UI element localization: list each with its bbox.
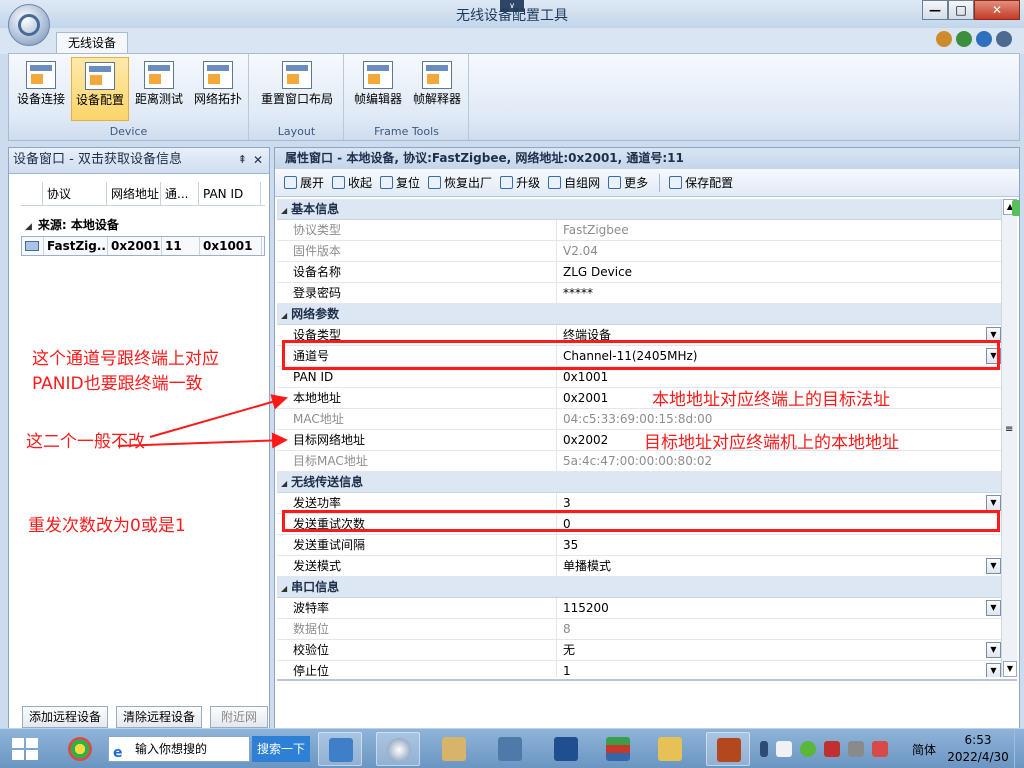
taskbar-app-fire[interactable] <box>706 732 750 766</box>
network-tree-icon <box>329 738 353 762</box>
flag-icon[interactable] <box>776 741 792 757</box>
annotation-arrow-target <box>117 432 288 449</box>
annotation-arrows <box>117 394 288 449</box>
network-status-icon[interactable] <box>824 741 840 757</box>
tools-icon <box>442 737 466 761</box>
app-menu-orb[interactable] <box>8 4 50 46</box>
taskbar-app-database[interactable] <box>596 732 640 766</box>
taskbar-app-explorer[interactable] <box>648 732 692 766</box>
security-icon[interactable] <box>800 741 816 757</box>
show-desktop-button[interactable] <box>1014 729 1024 768</box>
annotation-arrow-local <box>149 394 288 438</box>
taskbar-app-360[interactable] <box>58 732 102 766</box>
taskbar-app-server-manager[interactable] <box>488 732 532 766</box>
server-icon <box>498 737 522 761</box>
monitor-icon[interactable] <box>848 741 864 757</box>
wireless-icon <box>18 14 40 36</box>
start-button[interactable] <box>4 735 44 763</box>
taskbar-app-network[interactable] <box>318 732 362 766</box>
fire-icon <box>717 738 741 762</box>
wireless-icon <box>387 738 411 762</box>
search-input[interactable]: e 输入你想搜的 <box>108 736 250 762</box>
clock-date[interactable]: 2022/4/30 <box>930 750 1024 764</box>
search-button[interactable]: 搜索一下 <box>252 736 310 762</box>
folder-icon <box>658 737 682 761</box>
browser-icon: e <box>113 745 123 761</box>
taskbar-app-wireless-tool[interactable] <box>376 732 420 766</box>
clock-time[interactable]: 6:53 <box>930 733 1024 747</box>
taskbar-app-tools[interactable] <box>432 732 476 766</box>
database-icon <box>606 737 630 761</box>
system-tray <box>760 741 888 757</box>
volume-icon[interactable] <box>872 741 888 757</box>
powershell-icon <box>554 737 578 761</box>
taskbar: e 输入你想搜的 搜索一下 简体 6:53 2022/4/30 <box>0 728 1024 768</box>
taskbar-app-powershell[interactable] <box>544 732 588 766</box>
tray-expand-icon[interactable] <box>760 741 768 757</box>
search-placeholder: 输入你想搜的 <box>135 742 208 756</box>
app-icon <box>68 737 92 761</box>
